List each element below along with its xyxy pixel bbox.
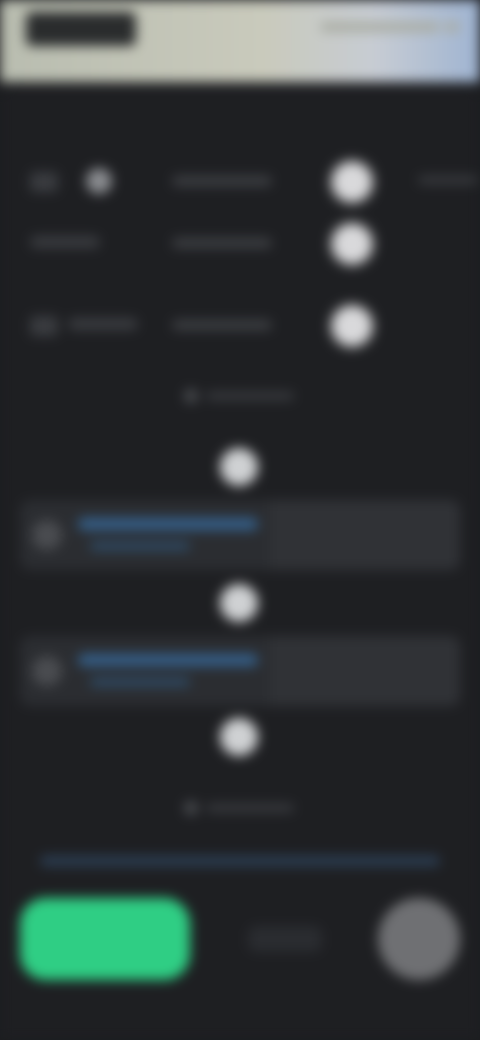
- step-icon-3: [220, 718, 258, 756]
- top-status-area: [0, 0, 480, 82]
- primary-button[interactable]: [20, 898, 190, 980]
- row-icon: [30, 172, 58, 192]
- setting-label-3: [172, 320, 272, 330]
- row-label-left-2: [30, 236, 100, 248]
- card-right-1: [270, 500, 460, 570]
- step-icon-2: [220, 584, 258, 622]
- info-link[interactable]: [40, 856, 440, 866]
- section-caption-1: [184, 388, 294, 404]
- secondary-button[interactable]: [248, 926, 322, 952]
- setting-right-1: [418, 176, 478, 184]
- card-icon-2: [32, 656, 62, 686]
- setting-label-1: [172, 176, 272, 186]
- row-icon-3: [30, 316, 58, 336]
- toggle-1[interactable]: [332, 162, 372, 202]
- card-subtitle-2: [90, 678, 190, 686]
- toggle-3[interactable]: [332, 306, 372, 346]
- card-icon-1: [32, 520, 62, 550]
- caption-text-1: [206, 392, 294, 400]
- setting-label-2: [172, 238, 272, 248]
- card-title-1: [78, 518, 258, 530]
- row-label-left-3: [68, 318, 138, 330]
- logo-icon: [26, 12, 136, 46]
- caption-text-2: [206, 804, 294, 812]
- caption-dot-icon: [184, 389, 198, 403]
- avatar-icon[interactable]: [378, 898, 460, 980]
- toggle-2[interactable]: [332, 224, 372, 264]
- setting-row-3[interactable]: [0, 296, 480, 356]
- card-right-2: [270, 636, 460, 706]
- setting-row-1[interactable]: [0, 152, 480, 212]
- card-title-2: [78, 654, 258, 666]
- status-text: [320, 22, 440, 32]
- card-subtitle-1: [90, 542, 190, 550]
- card-2[interactable]: [20, 636, 460, 706]
- status-icon: [444, 22, 460, 32]
- row-dot-icon: [86, 168, 112, 194]
- step-icon-1: [220, 448, 258, 486]
- section-caption-2: [184, 800, 294, 816]
- card-1[interactable]: [20, 500, 460, 570]
- caption-dot-icon-2: [184, 801, 198, 815]
- setting-row-2[interactable]: [0, 214, 480, 274]
